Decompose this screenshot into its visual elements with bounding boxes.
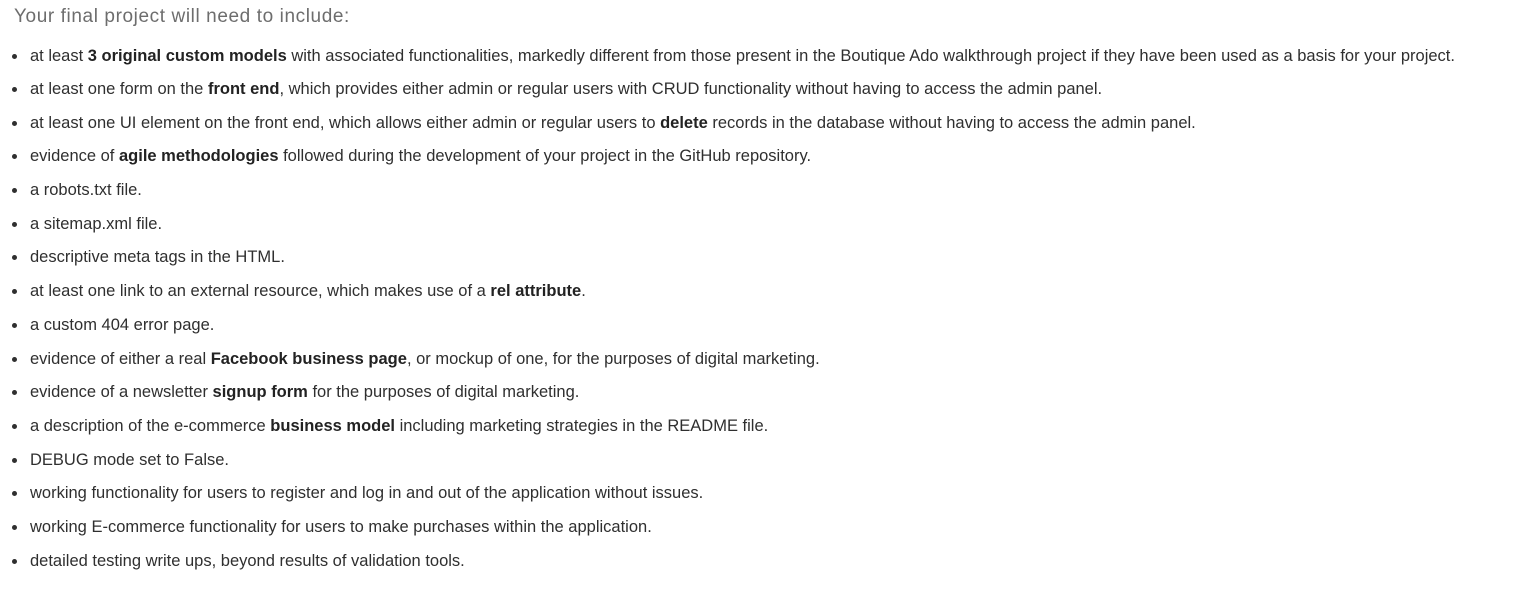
list-item: DEBUG mode set to False. (0, 449, 1500, 472)
text-segment: at least one form on the (30, 80, 208, 98)
list-item-text: a sitemap.xml file. (30, 215, 162, 233)
emphasis-text: rel attribute (490, 282, 582, 301)
bullet-icon (12, 54, 17, 59)
emphasis-text: 3 original custom models (87, 47, 287, 65)
text-segment: followed during the development of your … (278, 147, 812, 166)
list-item: a robots.txt file. (0, 179, 1500, 202)
bullet-icon (12, 87, 17, 92)
text-segment: descriptive meta tags in the HTML. (30, 248, 285, 267)
text-segment: evidence of a newsletter (30, 383, 213, 402)
list-item: a custom 404 error page. (0, 314, 1500, 337)
list-item: a description of the e-commerce business… (0, 415, 1500, 438)
list-item-text: detailed testing write ups, beyond resul… (30, 552, 465, 570)
emphasis-text: business model (270, 416, 395, 435)
text-segment: working functionality for users to regis… (30, 484, 704, 503)
list-item: descriptive meta tags in the HTML. (0, 246, 1500, 269)
bullet-icon (12, 154, 17, 160)
list-item: working E-commerce functionality for use… (0, 516, 1500, 539)
list-item-text: a robots.txt file. (30, 181, 142, 199)
bullet-icon (12, 322, 17, 328)
list-item: a sitemap.xml file. (0, 213, 1500, 236)
text-segment: working E-commerce functionality for use… (30, 517, 652, 536)
list-item-text: a description of the e-commerce business… (30, 417, 768, 435)
list-item-text: evidence of a newsletter signup form for… (30, 383, 579, 401)
list-item: evidence of a newsletter signup form for… (0, 381, 1500, 404)
list-item-text: at least 3 original custom models with a… (30, 47, 1455, 65)
bullet-icon (12, 491, 17, 497)
text-segment: evidence of (30, 147, 119, 166)
emphasis-text: signup form (212, 383, 308, 402)
list-item-text: evidence of either a real Facebook busin… (30, 350, 820, 368)
text-segment: records in the database without having t… (707, 113, 1196, 132)
text-segment: detailed testing write ups, beyond resul… (30, 551, 465, 570)
text-segment: , which provides either admin or regular… (279, 80, 1103, 98)
bullet-icon (12, 188, 17, 194)
text-segment: a custom 404 error page. (30, 315, 215, 334)
requirements-list: at least 3 original custom models with a… (0, 45, 1500, 583)
text-segment: at least one UI element on the front end… (30, 113, 661, 132)
list-item-text: a custom 404 error page. (30, 316, 214, 334)
bullet-icon (12, 390, 17, 396)
text-segment: including marketing strategies in the RE… (394, 416, 769, 435)
text-segment: for the purposes of digital marketing. (307, 383, 580, 402)
list-item-text: at least one UI element on the front end… (30, 114, 1196, 132)
list-item-text: descriptive meta tags in the HTML. (30, 248, 285, 266)
bullet-icon (12, 356, 17, 362)
list-item-text: at least one form on the front end, whic… (30, 80, 1102, 98)
bullet-icon (12, 221, 17, 227)
text-segment: a sitemap.xml file. (30, 214, 163, 233)
bullet-icon (12, 524, 17, 530)
emphasis-text: delete (660, 113, 708, 132)
text-segment: evidence of either a real (30, 349, 211, 368)
section-heading: Your final project will need to include: (14, 6, 350, 27)
text-segment: DEBUG mode set to False. (30, 450, 229, 469)
emphasis-text: Facebook business page (210, 349, 407, 368)
bullet-icon (12, 423, 17, 429)
list-item-text: at least one link to an external resourc… (30, 282, 586, 300)
list-item-text: working E-commerce functionality for use… (30, 518, 652, 536)
emphasis-text: front end (207, 80, 280, 98)
list-item-text: working functionality for users to regis… (30, 484, 703, 502)
text-segment: at least one link to an external resourc… (30, 282, 491, 301)
list-item: evidence of either a real Facebook busin… (0, 348, 1500, 371)
text-segment: at least (30, 47, 88, 65)
list-item: detailed testing write ups, beyond resul… (0, 550, 1500, 573)
bullet-icon (12, 255, 17, 261)
bullet-icon (12, 558, 17, 564)
text-segment: a description of the e-commerce (30, 416, 271, 435)
text-segment: , or mockup of one, for the purposes of … (406, 349, 820, 368)
bullet-icon (12, 457, 17, 463)
list-item-text: evidence of agile methodologies followed… (30, 147, 811, 165)
list-item: at least 3 original custom models with a… (0, 45, 1500, 68)
list-item: working functionality for users to regis… (0, 482, 1500, 505)
list-item: at least one UI element on the front end… (0, 112, 1500, 135)
emphasis-text: agile methodologies (118, 147, 279, 166)
list-item: evidence of agile methodologies followed… (0, 145, 1500, 168)
text-segment: with associated functionalities, markedl… (286, 47, 1455, 65)
bullet-icon (12, 289, 17, 295)
text-segment: a robots.txt file. (30, 181, 142, 200)
bullet-icon (12, 120, 17, 126)
list-item: at least one link to an external resourc… (0, 280, 1500, 303)
list-item: at least one form on the front end, whic… (0, 78, 1500, 101)
list-item-text: DEBUG mode set to False. (30, 451, 229, 469)
text-segment: . (581, 282, 586, 301)
